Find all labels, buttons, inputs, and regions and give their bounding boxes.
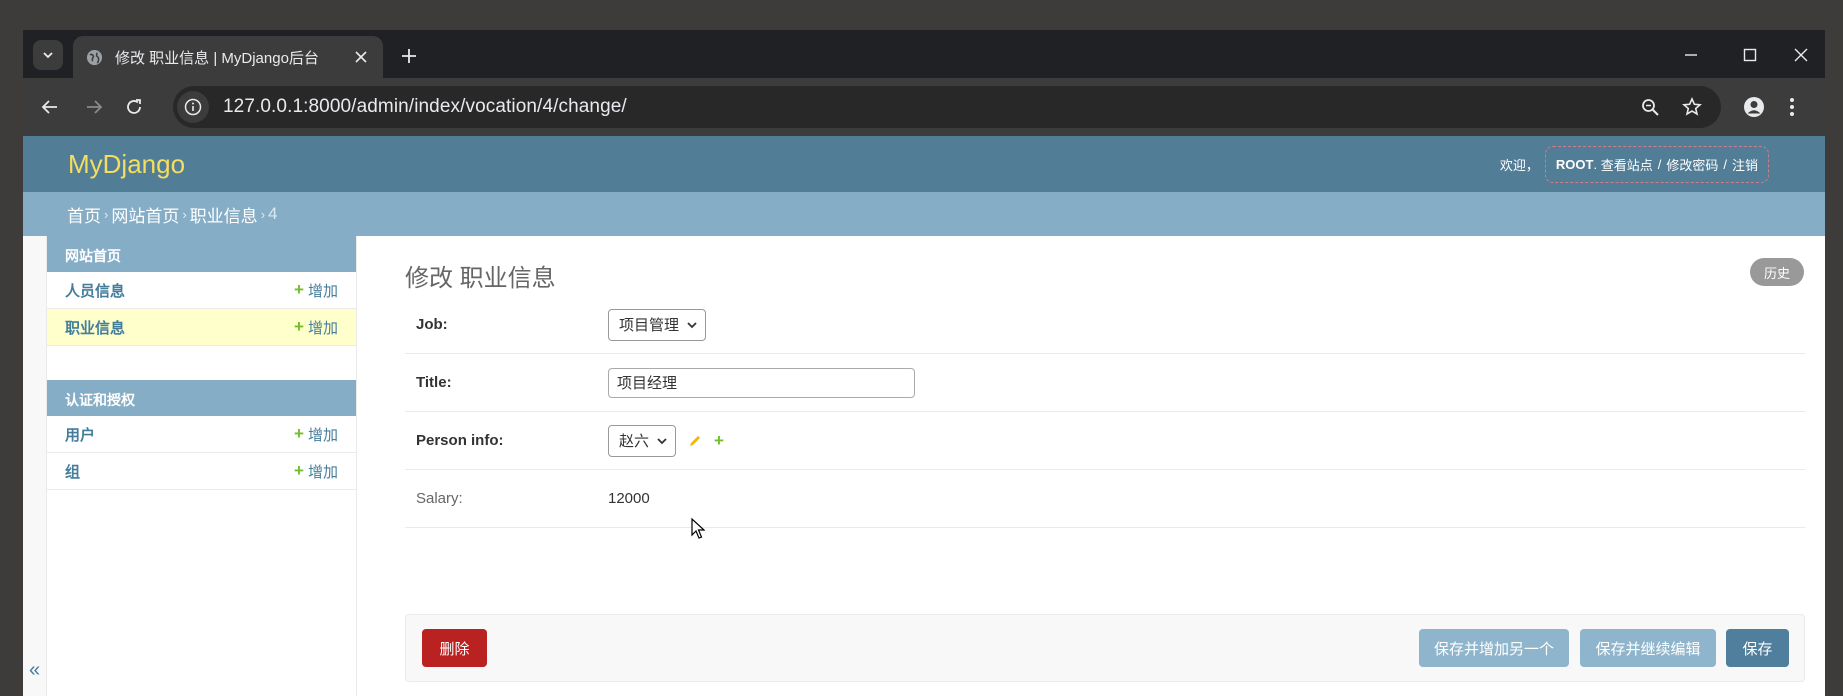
model-link[interactable]: 职业信息 xyxy=(65,317,125,338)
bookmark-star-icon[interactable] xyxy=(1677,92,1707,122)
plus-icon: + xyxy=(294,424,304,443)
collapse-sidebar-icon[interactable]: « xyxy=(29,659,40,682)
welcome-text: 欢迎， xyxy=(1499,158,1539,173)
plus-icon: + xyxy=(294,461,304,480)
breadcrumb-arrow: › xyxy=(104,206,109,222)
sidebar-item-users: 用户 + 增加 xyxy=(47,416,356,453)
forward-button[interactable] xyxy=(79,92,109,122)
add-link[interactable]: + 增加 xyxy=(294,461,338,482)
arrow-left-icon xyxy=(41,100,57,114)
breadcrumb-home[interactable]: 首页 xyxy=(67,202,101,227)
form-row-job: Job: 项目管理 xyxy=(405,296,1805,354)
browser-menu-button[interactable] xyxy=(1777,92,1807,122)
sidebar-item-vocation: 职业信息 + 增加 xyxy=(47,309,356,346)
arrow-right-icon xyxy=(87,100,103,114)
change-password-link[interactable]: 修改密码 xyxy=(1666,155,1718,174)
submit-row: 删除 保存并增加另一个 保存并继续编辑 保存 xyxy=(405,614,1805,682)
delete-button[interactable]: 删除 xyxy=(422,629,487,667)
user-links: ROOT. 查看站点 / 修改密码 / 注销 xyxy=(1544,146,1769,183)
breadcrumb-current: 4 xyxy=(268,204,278,223)
history-button[interactable]: 历史 xyxy=(1750,258,1804,286)
module-caption[interactable]: 网站首页 xyxy=(47,236,356,272)
globe-icon xyxy=(85,48,103,66)
add-link[interactable]: + 增加 xyxy=(294,280,338,301)
job-label: Job: xyxy=(416,316,448,333)
plus-icon: + xyxy=(294,317,304,336)
view-site-link[interactable]: 查看站点 xyxy=(1601,155,1653,174)
nav-sidebar: 网站首页 人员信息 + 增加 职业信息 + 增加 认证和授权 用户 + 增加 组 + 增… xyxy=(47,236,357,696)
save-button[interactable]: 保存 xyxy=(1726,629,1789,667)
close-tab-icon[interactable] xyxy=(351,47,371,67)
site-branding[interactable]: MyDjango xyxy=(68,149,185,180)
new-tab-button[interactable] xyxy=(395,42,423,70)
username: ROOT xyxy=(1555,157,1594,172)
salary-value: 12000 xyxy=(608,490,650,507)
separator: / xyxy=(1723,157,1727,172)
sidebar-item-groups: 组 + 增加 xyxy=(47,453,356,490)
tab-search-button[interactable] xyxy=(33,40,63,70)
chevron-down-icon xyxy=(687,321,697,328)
model-link[interactable]: 用户 xyxy=(65,424,95,445)
breadcrumb: 首页 › 网站首页 › 职业信息 › 4 xyxy=(23,192,1825,236)
address-bar[interactable]: 127.0.0.1:8000/admin/index/vocation/4/ch… xyxy=(173,86,1721,128)
mouse-cursor-icon xyxy=(691,518,705,539)
separator: / xyxy=(1657,157,1662,172)
minimize-button[interactable] xyxy=(1676,40,1706,70)
chevron-down-icon xyxy=(43,52,53,59)
maximize-button[interactable] xyxy=(1735,40,1765,70)
breadcrumb-model[interactable]: 职业信息 xyxy=(190,202,258,227)
save-and-add-another-button[interactable]: 保存并增加另一个 xyxy=(1419,629,1569,667)
add-related-icon[interactable]: + xyxy=(714,431,728,451)
plus-icon xyxy=(402,49,416,63)
breadcrumb-arrow: › xyxy=(260,206,266,222)
reload-button[interactable] xyxy=(119,92,149,122)
chevron-down-icon xyxy=(657,437,667,444)
breadcrumb-arrow: › xyxy=(182,206,187,222)
form-row-salary: Salary: 12000 xyxy=(405,470,1805,528)
tab-strip: 修改 职业信息 | MyDjango后台 xyxy=(23,30,1825,78)
close-window-button[interactable] xyxy=(1786,40,1816,70)
avatar-icon xyxy=(1744,97,1764,117)
save-and-continue-button[interactable]: 保存并继续编辑 xyxy=(1580,629,1716,667)
admin-header: MyDjango 欢迎， ROOT. 查看站点 / 修改密码 / 注销 xyxy=(23,136,1825,192)
browser-toolbar: 127.0.0.1:8000/admin/index/vocation/4/ch… xyxy=(23,78,1825,136)
title-input[interactable]: 项目经理 xyxy=(608,367,915,398)
sidebar-toggle[interactable]: « xyxy=(23,236,47,696)
breadcrumb-app[interactable]: 网站首页 xyxy=(111,202,179,227)
form-row-person-info: Person info: 赵六 + xyxy=(405,412,1805,470)
person-info-label: Person info: xyxy=(416,432,504,449)
module-caption[interactable]: 认证和授权 xyxy=(47,380,356,416)
kebab-menu-icon xyxy=(1790,98,1794,116)
browser-window: 修改 职业信息 | MyDjango后台 127.0.0.1:8000/admi… xyxy=(23,30,1825,696)
model-link[interactable]: 人员信息 xyxy=(65,280,125,301)
site-info-icon[interactable] xyxy=(177,91,209,123)
sidebar-item-person-info: 人员信息 + 增加 xyxy=(47,272,356,309)
person-info-select[interactable]: 赵六 xyxy=(608,424,677,457)
add-link[interactable]: + 增加 xyxy=(294,424,338,445)
pencil-icon[interactable] xyxy=(688,434,702,448)
form-row-title: Title: 项目经理 xyxy=(405,354,1805,412)
salary-label: Salary: xyxy=(416,490,463,507)
model-link[interactable]: 组 xyxy=(65,461,80,482)
reload-icon xyxy=(127,99,141,114)
title-label: Title: xyxy=(416,374,452,391)
page-title: 修改 职业信息 xyxy=(405,265,556,292)
maximize-icon xyxy=(1743,48,1757,62)
zoom-icon[interactable] xyxy=(1635,92,1665,122)
plus-icon: + xyxy=(294,280,304,299)
close-icon xyxy=(1794,48,1808,62)
minimize-icon xyxy=(1685,54,1697,56)
tab-title: 修改 职业信息 | MyDjango后台 xyxy=(115,49,319,67)
user-tools: 欢迎， ROOT. 查看站点 / 修改密码 / 注销 xyxy=(1499,146,1769,183)
add-link[interactable]: + 增加 xyxy=(294,317,338,338)
back-button[interactable] xyxy=(35,92,65,122)
job-select[interactable]: 项目管理 xyxy=(608,308,707,341)
admin-page: MyDjango 欢迎， ROOT. 查看站点 / 修改密码 / 注销 首页 ›… xyxy=(23,136,1825,696)
logout-link[interactable]: 注销 xyxy=(1732,155,1758,174)
url-text: 127.0.0.1:8000/admin/index/vocation/4/ch… xyxy=(223,96,627,117)
profile-button[interactable] xyxy=(1739,92,1769,122)
browser-tab[interactable]: 修改 职业信息 | MyDjango后台 xyxy=(73,36,383,78)
